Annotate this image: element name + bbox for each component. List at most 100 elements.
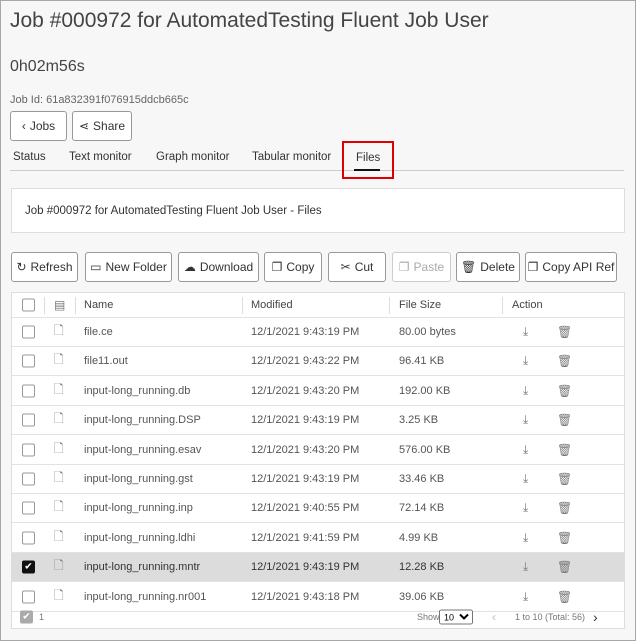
file-name[interactable]: file.ce bbox=[84, 326, 113, 338]
table-row[interactable]: 🗋 input-long_running.gst 12/1/2021 9:43:… bbox=[12, 465, 624, 494]
cut-button[interactable]: ✂ Cut bbox=[328, 252, 386, 282]
trash-icon[interactable]: 🗑 bbox=[557, 443, 572, 457]
table-row[interactable]: 🗋 input-long_running.ldhi 12/1/2021 9:41… bbox=[12, 524, 624, 553]
tab-graph-monitor[interactable]: Graph monitor bbox=[156, 151, 230, 163]
trash-icon[interactable]: 🗑 bbox=[557, 501, 572, 515]
trash-icon[interactable]: 🗑 bbox=[557, 354, 572, 368]
trash-icon[interactable]: 🗑 bbox=[557, 560, 572, 574]
table-row[interactable]: ✔ 🗋 input-long_running.mntr 12/1/2021 9:… bbox=[12, 553, 624, 583]
trash-icon[interactable]: 🗑 bbox=[557, 325, 572, 339]
file-size: 96.41 KB bbox=[399, 355, 445, 368]
job-id: Job Id: 61a832391f076915ddcb665c bbox=[10, 94, 189, 106]
file-icon: 🗋 bbox=[54, 470, 64, 485]
row-checkbox[interactable] bbox=[22, 531, 35, 545]
file-size: 80.00 bytes bbox=[399, 326, 456, 338]
row-checkbox[interactable] bbox=[22, 325, 35, 339]
file-icon: 🗋 bbox=[54, 323, 64, 338]
download-icon[interactable]: ⤓ bbox=[523, 501, 528, 516]
file-size: 12.28 KB bbox=[399, 561, 445, 574]
trash-icon[interactable]: 🗑 bbox=[557, 413, 572, 427]
download-icon[interactable]: ⤓ bbox=[523, 589, 528, 604]
prev-page-button[interactable]: ‹ bbox=[492, 610, 496, 624]
file-icon: 🗋 bbox=[54, 382, 64, 397]
file-name[interactable]: input-long_running.DSP bbox=[84, 414, 201, 426]
row-checkbox[interactable] bbox=[22, 413, 35, 427]
column-name[interactable]: Name bbox=[84, 299, 113, 311]
row-checkbox[interactable] bbox=[22, 354, 35, 368]
trash-icon[interactable]: 🗑 bbox=[557, 472, 572, 486]
table-row[interactable]: 🗋 file.ce 12/1/2021 9:43:19 PM 80.00 byt… bbox=[12, 318, 624, 347]
download-icon[interactable]: ⤓ bbox=[523, 560, 528, 575]
trash-icon[interactable]: 🗑 bbox=[557, 590, 572, 604]
file-size: 4.99 KB bbox=[399, 531, 439, 544]
table-row[interactable]: 🗋 input-long_running.esav 12/1/2021 9:43… bbox=[12, 436, 624, 465]
tab-tabular-monitor[interactable]: Tabular monitor bbox=[252, 151, 331, 163]
file-name[interactable]: input-long_running.mntr bbox=[84, 561, 200, 573]
download-icon[interactable]: ⤓ bbox=[523, 383, 528, 398]
selected-count: 1 bbox=[39, 612, 45, 622]
trash-icon[interactable]: 🗑 bbox=[557, 531, 572, 545]
table-row[interactable]: 🗋 input-long_running.DSP 12/1/2021 9:43:… bbox=[12, 406, 624, 436]
copy-button[interactable]: ❐ Copy bbox=[264, 252, 322, 282]
column-action: Action bbox=[512, 299, 543, 311]
jobs-back-button[interactable]: ‹ Jobs bbox=[10, 111, 67, 141]
table-row[interactable]: 🗋 input-long_running.inp 12/1/2021 9:40:… bbox=[12, 494, 624, 524]
file-modified: 12/1/2021 9:43:19 PM bbox=[251, 561, 360, 574]
tab-status[interactable]: Status bbox=[13, 151, 46, 163]
refresh-button[interactable]: ↻ Refresh bbox=[11, 252, 78, 282]
download-icon[interactable]: ⤓ bbox=[523, 442, 528, 457]
file-name[interactable]: input-long_running.ldhi bbox=[84, 532, 195, 544]
file-modified: 12/1/2021 9:40:55 PM bbox=[251, 502, 360, 515]
download-icon[interactable]: ⤓ bbox=[523, 413, 528, 428]
new-folder-button[interactable]: ▭ New Folder bbox=[85, 252, 172, 282]
tab-text-monitor[interactable]: Text monitor bbox=[69, 151, 132, 163]
share-button[interactable]: ⋖ Share bbox=[72, 111, 132, 141]
refresh-icon: ↻ bbox=[16, 260, 27, 274]
row-checkbox[interactable] bbox=[22, 501, 35, 515]
file-name[interactable]: input-long_running.nr001 bbox=[84, 591, 206, 603]
file-name[interactable]: input-long_running.gst bbox=[84, 473, 193, 485]
row-checkbox[interactable] bbox=[22, 590, 35, 604]
copy-api-ref-button[interactable]: ❐ Copy API Ref bbox=[525, 252, 617, 282]
folder-icon: ▭ bbox=[90, 260, 102, 274]
delete-button[interactable]: 🗑 Delete bbox=[456, 252, 520, 282]
column-modified[interactable]: Modified bbox=[251, 299, 293, 311]
column-file-size[interactable]: File Size bbox=[399, 299, 441, 311]
file-name[interactable]: input-long_running.inp bbox=[84, 502, 193, 514]
select-all-checkbox[interactable] bbox=[22, 298, 35, 312]
table-row[interactable]: 🗋 input-long_running.db 12/1/2021 9:43:2… bbox=[12, 377, 624, 406]
cloud-download-icon: ☁ bbox=[183, 260, 196, 274]
file-size: 192.00 KB bbox=[399, 384, 451, 397]
copy-icon: ❐ bbox=[271, 260, 283, 274]
download-icon[interactable]: ⤓ bbox=[523, 325, 528, 340]
file-modified: 12/1/2021 9:43:18 PM bbox=[251, 590, 360, 603]
files-table: ▤ Name Modified File Size Action 🗋 file.… bbox=[11, 292, 625, 629]
file-size: 72.14 KB bbox=[399, 502, 445, 515]
chevron-left-icon: ‹ bbox=[21, 119, 26, 133]
page-size-select[interactable]: 10 bbox=[439, 609, 473, 625]
paste-button[interactable]: ❐ Paste bbox=[392, 252, 451, 282]
scissors-icon: ✂ bbox=[340, 260, 351, 274]
download-button[interactable]: ☁ Download bbox=[178, 252, 259, 282]
row-checkbox[interactable]: ✔ bbox=[22, 560, 35, 574]
page-title: Job #000972 for AutomatedTesting Fluent … bbox=[10, 9, 489, 32]
file-name[interactable]: input-long_running.db bbox=[84, 385, 190, 397]
file-modified: 12/1/2021 9:41:59 PM bbox=[251, 531, 360, 544]
table-row[interactable]: 🗋 file11.out 12/1/2021 9:43:22 PM 96.41 … bbox=[12, 347, 624, 377]
row-checkbox[interactable] bbox=[22, 443, 35, 457]
next-page-button[interactable]: › bbox=[593, 609, 598, 625]
trash-icon: 🗑 bbox=[461, 260, 477, 274]
page-range: 1 to 10 (Total: 56) bbox=[515, 612, 586, 622]
trash-icon[interactable]: 🗑 bbox=[557, 384, 572, 398]
download-icon[interactable]: ⤓ bbox=[523, 530, 528, 545]
download-icon[interactable]: ⤓ bbox=[523, 354, 528, 369]
row-checkbox[interactable] bbox=[22, 472, 35, 486]
file-name[interactable]: input-long_running.esav bbox=[84, 444, 201, 456]
row-checkbox[interactable] bbox=[22, 384, 35, 398]
share-icon: ⋖ bbox=[78, 119, 90, 133]
file-modified: 12/1/2021 9:43:20 PM bbox=[251, 384, 360, 397]
show-label: Show bbox=[417, 612, 440, 622]
file-name[interactable]: file11.out bbox=[84, 355, 128, 367]
download-icon[interactable]: ⤓ bbox=[523, 472, 528, 487]
tab-files[interactable]: Files bbox=[342, 141, 394, 179]
